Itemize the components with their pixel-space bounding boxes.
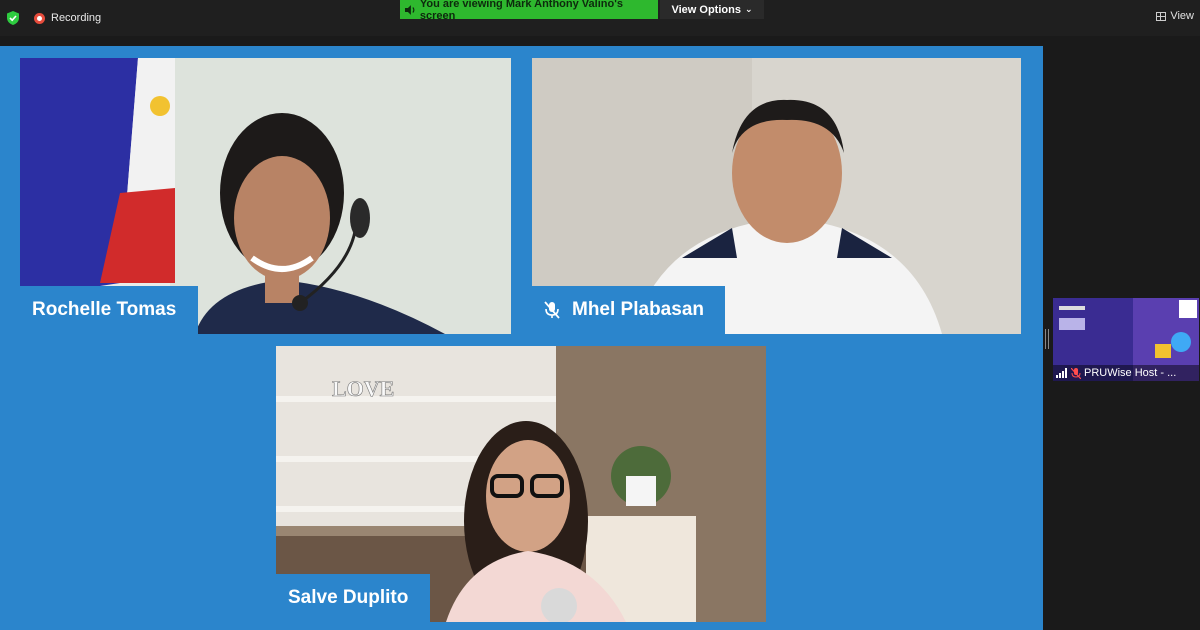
thumbnail-label-bar: PRUWise Host - ... — [1053, 365, 1199, 381]
signal-strength-icon — [1056, 368, 1067, 378]
recording-label: Recording — [51, 12, 102, 24]
video-tile-rochelle[interactable]: Rochelle Tomas — [20, 58, 511, 334]
person-face — [234, 156, 330, 280]
speaker-icon — [404, 4, 415, 15]
chevron-down-icon: ⌄ — [744, 4, 753, 14]
meeting-top-bar: Recording You are viewing Mark Anthony V… — [0, 0, 1200, 36]
muted-mic-icon — [544, 301, 560, 319]
viewing-banner-text: You are viewing Mark Anthony Valino's sc… — [419, 0, 623, 22]
view-label: View — [1170, 10, 1194, 22]
screen-share-banner: You are viewing Mark Anthony Valino's sc… — [400, 0, 658, 22]
recording-indicator[interactable]: Recording — [34, 12, 101, 24]
participant-thumbnail-pruwise[interactable]: PRUWise Host - ... — [1053, 298, 1199, 381]
participant-name-rochelle: Rochelle Tomas — [20, 286, 198, 334]
gallery-view-icon — [1156, 11, 1167, 21]
muted-mic-icon — [1071, 367, 1081, 379]
record-icon — [34, 12, 45, 24]
security-shield-icon[interactable] — [6, 11, 20, 25]
participant-name-text: Mhel Plabasan — [572, 299, 704, 320]
video-tile-salve[interactable]: LOVE Salve Duplito — [276, 346, 766, 622]
view-button[interactable]: View — [1156, 10, 1194, 22]
participant-name-mhel: Mhel Plabasan — [532, 286, 725, 334]
panel-splitter-handle[interactable] — [1045, 329, 1049, 349]
love-sign: LOVE — [332, 376, 394, 401]
participant-name-salve: Salve Duplito — [276, 574, 430, 622]
video-tile-mhel[interactable]: Mhel Plabasan — [532, 58, 1021, 334]
shared-screen: Rochelle Tomas Mhel Plabasan LOVE Salve … — [0, 46, 1043, 630]
view-options-button[interactable]: View Options ⌄ — [660, 0, 764, 19]
thumbnail-name: PRUWise Host - ... — [1084, 367, 1177, 379]
view-options-label: View Options — [671, 3, 741, 16]
